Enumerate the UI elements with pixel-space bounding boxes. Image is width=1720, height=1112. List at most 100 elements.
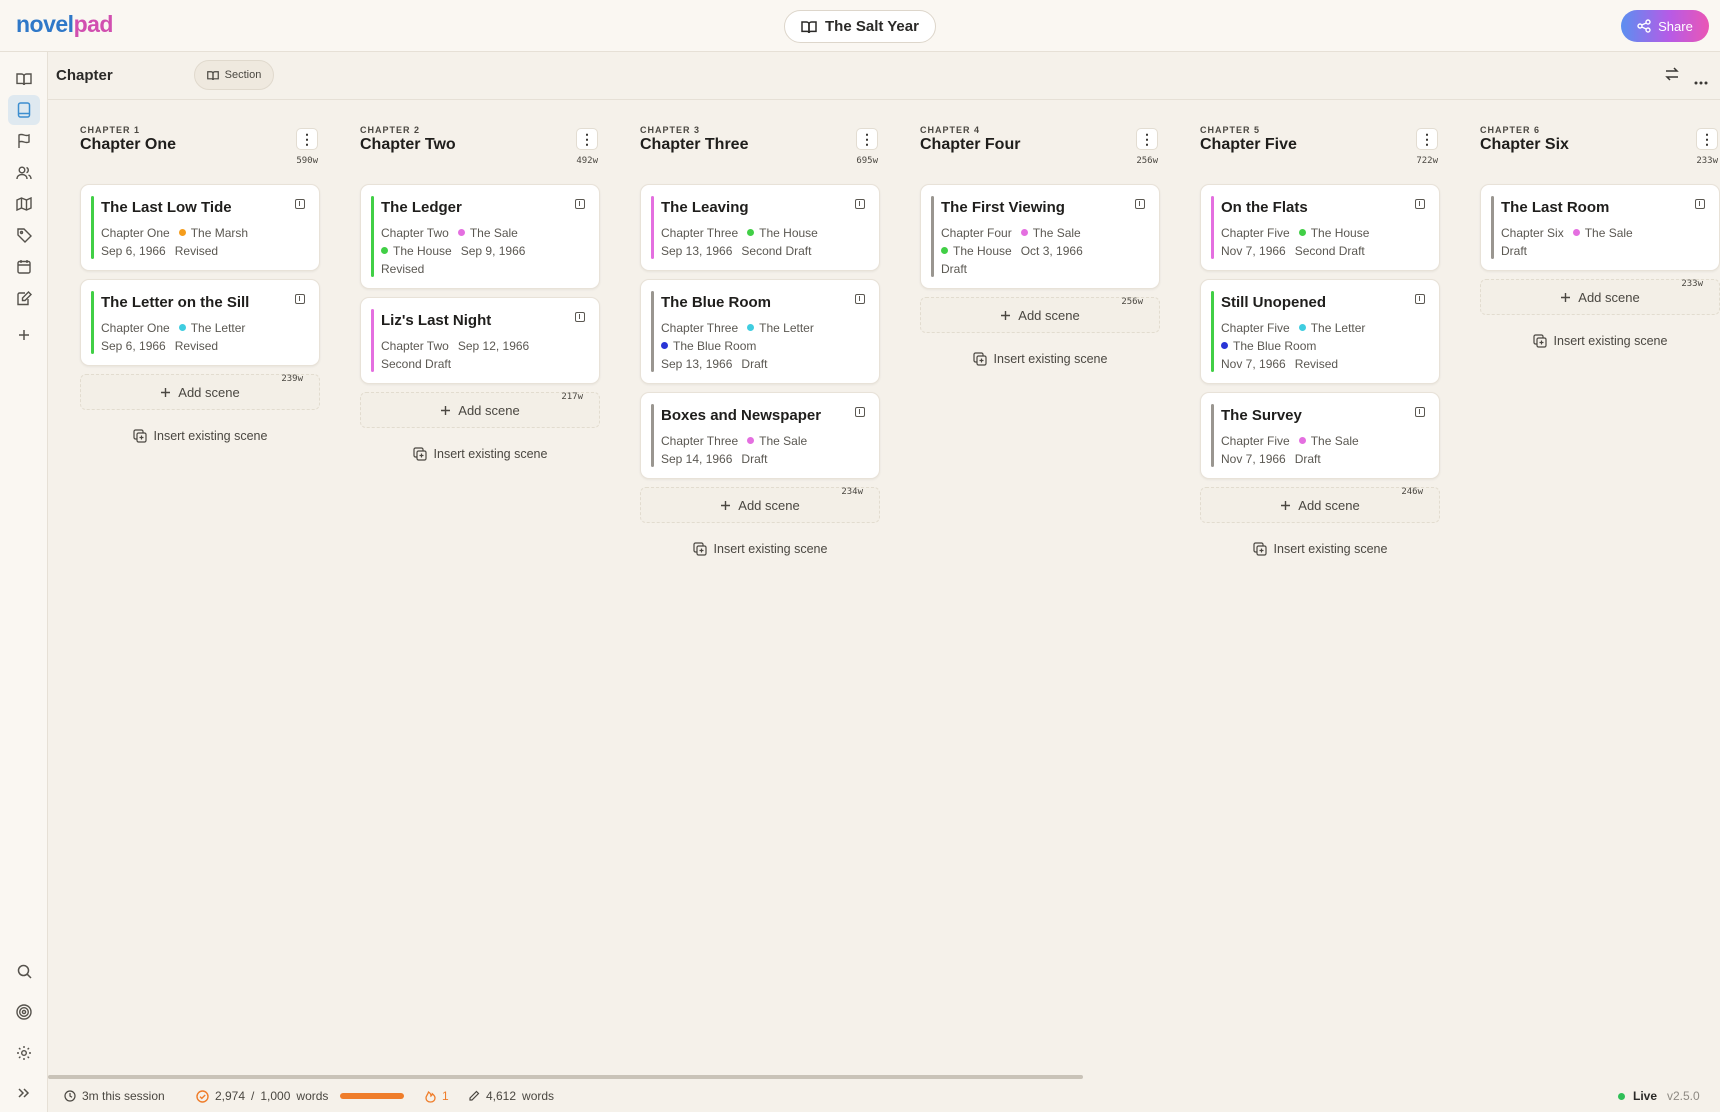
scene-card[interactable]: The Leaving Chapter Three The House Sep 13,… <box>640 184 880 289</box>
scene-card[interactable]: The First Viewing Chapter Four The Sale The… <box>920 184 1160 307</box>
more-vertical-icon[interactable]: ⋮ <box>1416 128 1438 150</box>
scene-meta-item: Draft <box>1294 452 1321 466</box>
scene-meta: The Blue Room <box>1221 337 1409 355</box>
section-toggle-button[interactable]: Section <box>194 60 274 90</box>
target-icon[interactable] <box>8 997 40 1027</box>
word-goal[interactable]: 2,974 / 1,000 words <box>196 1089 405 1103</box>
scene-panel-icon[interactable] <box>1415 294 1425 304</box>
scene-panel-icon[interactable] <box>1415 199 1425 209</box>
scene-panel-icon[interactable] <box>575 199 585 209</box>
scene-panel-icon[interactable] <box>1695 199 1705 209</box>
scene-meta: Sep 13, 1966 Draft <box>661 355 849 373</box>
scene-meta-item: The Letter <box>178 321 245 335</box>
scene-word-count: 234w <box>841 487 863 497</box>
horizontal-scrollbar[interactable] <box>48 1075 1083 1079</box>
calendar-icon[interactable] <box>8 251 40 281</box>
scene-meta-item: The Marsh <box>178 226 248 240</box>
insert-existing-scene-button[interactable]: Insert existing scene <box>360 444 600 464</box>
scene-panel-icon[interactable] <box>295 294 305 304</box>
chapter-title[interactable]: Chapter Five <box>1200 136 1297 154</box>
scene-card[interactable]: Liz's Last Night Chapter Two Sep 12, 1966 S… <box>360 297 600 402</box>
scene-word-count: 233w <box>1681 279 1703 289</box>
chapter-title[interactable]: Chapter Six <box>1480 136 1569 154</box>
insert-existing-scene-button[interactable]: Insert existing scene <box>80 426 320 446</box>
scene-meta-item: Second Draft <box>741 244 812 258</box>
share-button[interactable]: Share <box>1621 10 1709 42</box>
insert-existing-scene-button[interactable]: Insert existing scene <box>640 539 880 559</box>
insert-existing-scene-button[interactable]: Insert existing scene <box>1480 331 1720 351</box>
map-icon[interactable] <box>8 189 40 219</box>
more-vertical-icon[interactable]: ⋮ <box>296 128 318 150</box>
chapter-title[interactable]: Chapter Two <box>360 136 456 154</box>
flame-icon <box>425 1090 436 1103</box>
more-vertical-icon[interactable]: ⋮ <box>856 128 878 150</box>
scene-meta-item: Nov 7, 1966 <box>1221 452 1286 466</box>
scene-card[interactable]: On the Flats Chapter Five The House Nov 7, … <box>1200 184 1440 289</box>
book-open-icon <box>206 70 219 80</box>
expand-icon[interactable] <box>8 1078 40 1108</box>
scene-panel-icon[interactable] <box>855 199 865 209</box>
chapter-title[interactable]: Chapter Three <box>640 136 748 154</box>
scene-meta-item: Oct 3, 1966 <box>1020 244 1083 258</box>
scene-panel-icon[interactable] <box>855 407 865 417</box>
tag-icon[interactable] <box>8 220 40 250</box>
people-icon[interactable] <box>8 158 40 188</box>
chapter-number: CHAPTER 1 <box>80 125 141 135</box>
scene-meta-item: Chapter Four <box>941 226 1012 240</box>
more-vertical-icon[interactable]: ⋮ <box>576 128 598 150</box>
live-status-dot <box>1618 1092 1625 1100</box>
app-logo[interactable]: novelpad <box>16 11 113 38</box>
book-open-icon <box>801 20 817 33</box>
scene-card[interactable]: The Letter on the Sill Chapter One The Let… <box>80 279 320 384</box>
scene-title: Still Unopened <box>1221 294 1326 311</box>
scene-panel-icon[interactable] <box>295 199 305 209</box>
clock-icon <box>64 1090 76 1102</box>
location-dot <box>747 437 755 444</box>
scene-panel-icon[interactable] <box>575 312 585 322</box>
scene-card[interactable]: Boxes and Newspaper Chapter Three The Sale… <box>640 392 880 497</box>
scene-panel-icon[interactable] <box>1135 199 1145 209</box>
chapter-number: CHAPTER 5 <box>1200 125 1261 135</box>
top-bar: novelpad The Salt Year Share <box>0 0 1720 52</box>
scene-card[interactable]: The Survey Chapter Five The Sale Nov 7, 196… <box>1200 392 1440 497</box>
book-icon[interactable] <box>8 64 40 94</box>
more-horizontal-icon[interactable] <box>1694 72 1708 90</box>
flag-icon[interactable] <box>8 126 40 156</box>
settings-icon[interactable] <box>8 1038 40 1068</box>
scene-meta: Chapter One The Letter <box>101 319 289 337</box>
notebook-icon[interactable] <box>8 95 40 125</box>
chapter-word-count: 256w <box>1136 156 1158 166</box>
scene-card[interactable]: The Ledger Chapter Two The Sale The House Se… <box>360 184 600 307</box>
plus-icon[interactable] <box>8 320 40 350</box>
scene-card[interactable]: The Last Low Tide Chapter One The Marsh Sep… <box>80 184 320 289</box>
share-label: Share <box>1658 18 1693 34</box>
scene-panel-icon[interactable] <box>1415 407 1425 417</box>
chapter-column: CHAPTER 3 Chapter Three ⋮ 695w The Leaving Ch… <box>608 100 880 559</box>
scene-panel-icon[interactable] <box>855 294 865 304</box>
swap-icon[interactable] <box>1664 66 1680 87</box>
chapter-title[interactable]: Chapter One <box>80 136 176 154</box>
share-icon <box>1637 19 1651 33</box>
scene-card[interactable]: Still Unopened Chapter Five The Letter The … <box>1200 279 1440 402</box>
more-vertical-icon[interactable]: ⋮ <box>1696 128 1718 150</box>
edit-note-icon[interactable] <box>8 283 40 313</box>
location-dot <box>381 247 388 254</box>
scene-meta-item: Revised <box>174 244 219 258</box>
scene-meta-item: Sep 9, 1966 <box>460 244 526 258</box>
scene-meta: Chapter Three The House <box>661 224 849 242</box>
scene-meta: The House Oct 3, 1966 <box>941 242 1129 260</box>
chapter-header: CHAPTER 6 Chapter Six ⋮ 233w <box>1448 100 1718 184</box>
search-icon[interactable] <box>8 956 40 986</box>
more-vertical-icon[interactable]: ⋮ <box>1136 128 1158 150</box>
streak-counter: 1 <box>425 1089 449 1103</box>
document-title-button[interactable]: The Salt Year <box>784 10 936 43</box>
scene-word-count: 239w <box>281 374 303 384</box>
scene-card[interactable]: The Last Room Chapter Six The Sale Draft 233… <box>1480 184 1720 289</box>
scene-title: The Letter on the Sill <box>101 294 250 311</box>
goal-check-icon <box>196 1089 209 1103</box>
insert-existing-scene-button[interactable]: Insert existing scene <box>920 349 1160 369</box>
insert-existing-scene-button[interactable]: Insert existing scene <box>1200 539 1440 559</box>
board-header: Chapter Section <box>48 52 1720 100</box>
scene-card[interactable]: The Blue Room Chapter Three The Letter The … <box>640 279 880 402</box>
chapter-title[interactable]: Chapter Four <box>920 136 1020 154</box>
